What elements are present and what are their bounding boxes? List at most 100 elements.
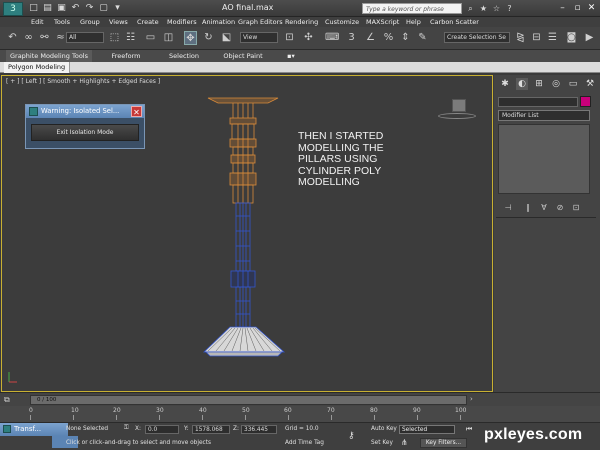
layer-manager-icon[interactable]: ☰ bbox=[546, 31, 559, 45]
undo-toolbar-icon[interactable]: ↶ bbox=[6, 31, 19, 45]
project-folder-icon[interactable]: ▢ bbox=[98, 3, 109, 14]
link-icon[interactable]: ∞ bbox=[22, 31, 35, 45]
exit-isolation-mode-button[interactable]: Exit Isolation Mode bbox=[31, 124, 139, 141]
set-key-button[interactable]: Set Key bbox=[371, 440, 393, 446]
menu-views[interactable]: Views bbox=[109, 17, 128, 27]
select-by-name-icon[interactable]: ☷ bbox=[124, 31, 137, 45]
go-to-start-icon[interactable]: ⏮ bbox=[466, 425, 472, 434]
spinner-snap-icon[interactable]: ⇕ bbox=[399, 31, 412, 45]
dialog-close-icon[interactable]: ✕ bbox=[131, 106, 142, 117]
show-end-result-icon[interactable]: ∥ bbox=[522, 202, 534, 213]
object-name-field[interactable] bbox=[498, 97, 578, 107]
modifier-stack[interactable] bbox=[498, 124, 590, 194]
search-icon[interactable]: ⌕ bbox=[465, 3, 476, 14]
select-and-rotate-icon[interactable]: ↻ bbox=[202, 31, 215, 45]
manipulate-icon[interactable]: ✣ bbox=[302, 31, 315, 45]
render-icon[interactable]: ▶ bbox=[583, 31, 596, 45]
menu-group[interactable]: Group bbox=[80, 17, 100, 27]
utilities-tab-icon[interactable]: ⚒ bbox=[584, 78, 596, 90]
make-unique-icon[interactable]: ∀ bbox=[538, 202, 550, 213]
menu-help[interactable]: Help bbox=[406, 17, 421, 27]
save-icon[interactable]: ▣ bbox=[56, 3, 67, 14]
select-and-scale-icon[interactable]: ⬕ bbox=[220, 31, 233, 45]
angle-snap-icon[interactable]: ∠ bbox=[364, 31, 377, 45]
edit-named-selection-icon[interactable]: ✎ bbox=[416, 31, 429, 45]
search-input[interactable]: Type a keyword or phrase bbox=[362, 3, 462, 14]
z-coordinate-field[interactable]: 336.445 bbox=[241, 425, 277, 434]
tab-object-paint[interactable]: Object Paint bbox=[218, 50, 268, 62]
reference-coordinate-dropdown[interactable]: View bbox=[240, 32, 278, 43]
menu-tools[interactable]: Tools bbox=[54, 17, 70, 27]
hierarchy-tab-icon[interactable]: ⊞ bbox=[533, 78, 545, 90]
dialog-title-bar[interactable]: Warning: Isolated Sel... ✕ bbox=[26, 105, 144, 118]
redo-icon[interactable]: ↷ bbox=[84, 3, 95, 14]
pin-stack-icon[interactable]: ⊣ bbox=[502, 202, 514, 213]
select-object-icon[interactable]: ⬚ bbox=[108, 31, 121, 45]
viewcube-icon[interactable] bbox=[452, 99, 466, 112]
ribbon-options-icon[interactable]: ▪▾ bbox=[284, 50, 298, 62]
key-icon[interactable]: ⚷ bbox=[348, 431, 355, 441]
undo-icon[interactable]: ↶ bbox=[70, 3, 81, 14]
align-icon[interactable]: ⊟ bbox=[530, 31, 543, 45]
polygon-modeling-panel[interactable]: Polygon Modeling bbox=[4, 62, 71, 73]
modify-tab-icon[interactable]: ◐ bbox=[516, 78, 528, 90]
keyboard-shortcut-icon[interactable]: ⌨ bbox=[325, 31, 339, 45]
create-tab-icon[interactable]: ✱ bbox=[499, 78, 511, 90]
remove-modifier-icon[interactable]: ⊘ bbox=[554, 202, 566, 213]
selection-filter-dropdown[interactable]: All bbox=[66, 32, 104, 43]
modifier-list-dropdown[interactable]: Modifier List bbox=[498, 110, 590, 121]
snaps-toggle-icon[interactable]: 3 bbox=[345, 31, 358, 45]
named-selection-dropdown[interactable]: Create Selection Se bbox=[444, 32, 510, 43]
help-icon[interactable]: ? bbox=[504, 3, 515, 14]
configure-sets-icon[interactable]: ⊡ bbox=[570, 202, 582, 213]
window-crossing-icon[interactable]: ◫ bbox=[162, 31, 175, 45]
object-color-swatch[interactable] bbox=[580, 96, 591, 107]
time-slider[interactable]: 0 / 100 bbox=[30, 395, 467, 405]
x-coordinate-field[interactable]: 0.0 bbox=[145, 425, 179, 434]
menu-maxscript[interactable]: MAXScript bbox=[366, 17, 399, 27]
motion-tab-icon[interactable]: ◎ bbox=[550, 78, 562, 90]
track-view-icon[interactable]: ⧉ bbox=[4, 395, 22, 405]
subscription-icon[interactable]: ★ bbox=[478, 3, 489, 14]
lock-selection-icon[interactable]: ⚿ bbox=[124, 425, 128, 432]
maxscript-listener-tab[interactable]: Transf... bbox=[0, 423, 68, 436]
add-time-tag[interactable]: Add Time Tag bbox=[285, 440, 324, 446]
minimize-icon[interactable]: – bbox=[556, 2, 569, 14]
tab-selection[interactable]: Selection bbox=[162, 50, 206, 62]
quick-access-dropdown-icon[interactable]: ▾ bbox=[112, 3, 123, 14]
percent-snap-icon[interactable]: % bbox=[382, 31, 395, 45]
menu-bar: Edit Tools Group Views Create Modifiers … bbox=[0, 17, 600, 27]
menu-carbon-scatter[interactable]: Carbon Scatter bbox=[430, 17, 479, 27]
menu-graph-editors[interactable]: Graph Editors bbox=[238, 17, 283, 27]
menu-animation[interactable]: Animation bbox=[202, 17, 235, 27]
key-mode-icon[interactable]: ⋔ bbox=[401, 438, 408, 447]
communication-icon[interactable]: ☆ bbox=[491, 3, 502, 14]
tab-freeform[interactable]: Freeform bbox=[106, 50, 146, 62]
restore-icon[interactable]: ▫ bbox=[571, 2, 584, 14]
display-tab-icon[interactable]: ▭ bbox=[567, 78, 579, 90]
y-coordinate-field[interactable]: 1578.068 bbox=[192, 425, 230, 434]
menu-rendering[interactable]: Rendering bbox=[285, 17, 318, 27]
menu-modifiers[interactable]: Modifiers bbox=[167, 17, 197, 27]
unlink-icon[interactable]: ⚯ bbox=[38, 31, 51, 45]
auto-key-selection-dropdown[interactable]: Selected bbox=[399, 425, 455, 434]
new-file-icon[interactable]: □ bbox=[28, 3, 39, 14]
close-icon[interactable]: ✕ bbox=[585, 2, 598, 14]
select-and-move-icon[interactable]: ✥ bbox=[184, 31, 197, 45]
menu-edit[interactable]: Edit bbox=[31, 17, 44, 27]
render-setup-icon[interactable]: ◙ bbox=[565, 31, 578, 45]
mirror-icon[interactable]: ⧎ bbox=[514, 31, 527, 45]
next-frame-icon[interactable]: › bbox=[470, 395, 478, 405]
key-filters-button[interactable]: Key Filters... bbox=[420, 438, 467, 448]
menu-customize[interactable]: Customize bbox=[325, 17, 359, 27]
viewport-left[interactable]: [ + ] [ Left ] [ Smooth + Highlights + E… bbox=[1, 75, 493, 392]
pivot-center-icon[interactable]: ⊡ bbox=[283, 31, 296, 45]
track-bar-ruler[interactable]: 0 10 20 30 40 50 60 70 80 90 100 bbox=[0, 406, 600, 422]
open-file-icon[interactable]: ▤ bbox=[42, 3, 53, 14]
tab-graphite-modeling-tools[interactable]: Graphite Modeling Tools bbox=[6, 50, 92, 62]
app-logo-icon[interactable]: 3 bbox=[3, 2, 23, 16]
rectangular-selection-icon[interactable]: ▭ bbox=[144, 31, 157, 45]
auto-key-button[interactable]: Auto Key bbox=[371, 426, 397, 432]
viewcube-compass[interactable] bbox=[438, 113, 476, 119]
menu-create[interactable]: Create bbox=[137, 17, 159, 27]
